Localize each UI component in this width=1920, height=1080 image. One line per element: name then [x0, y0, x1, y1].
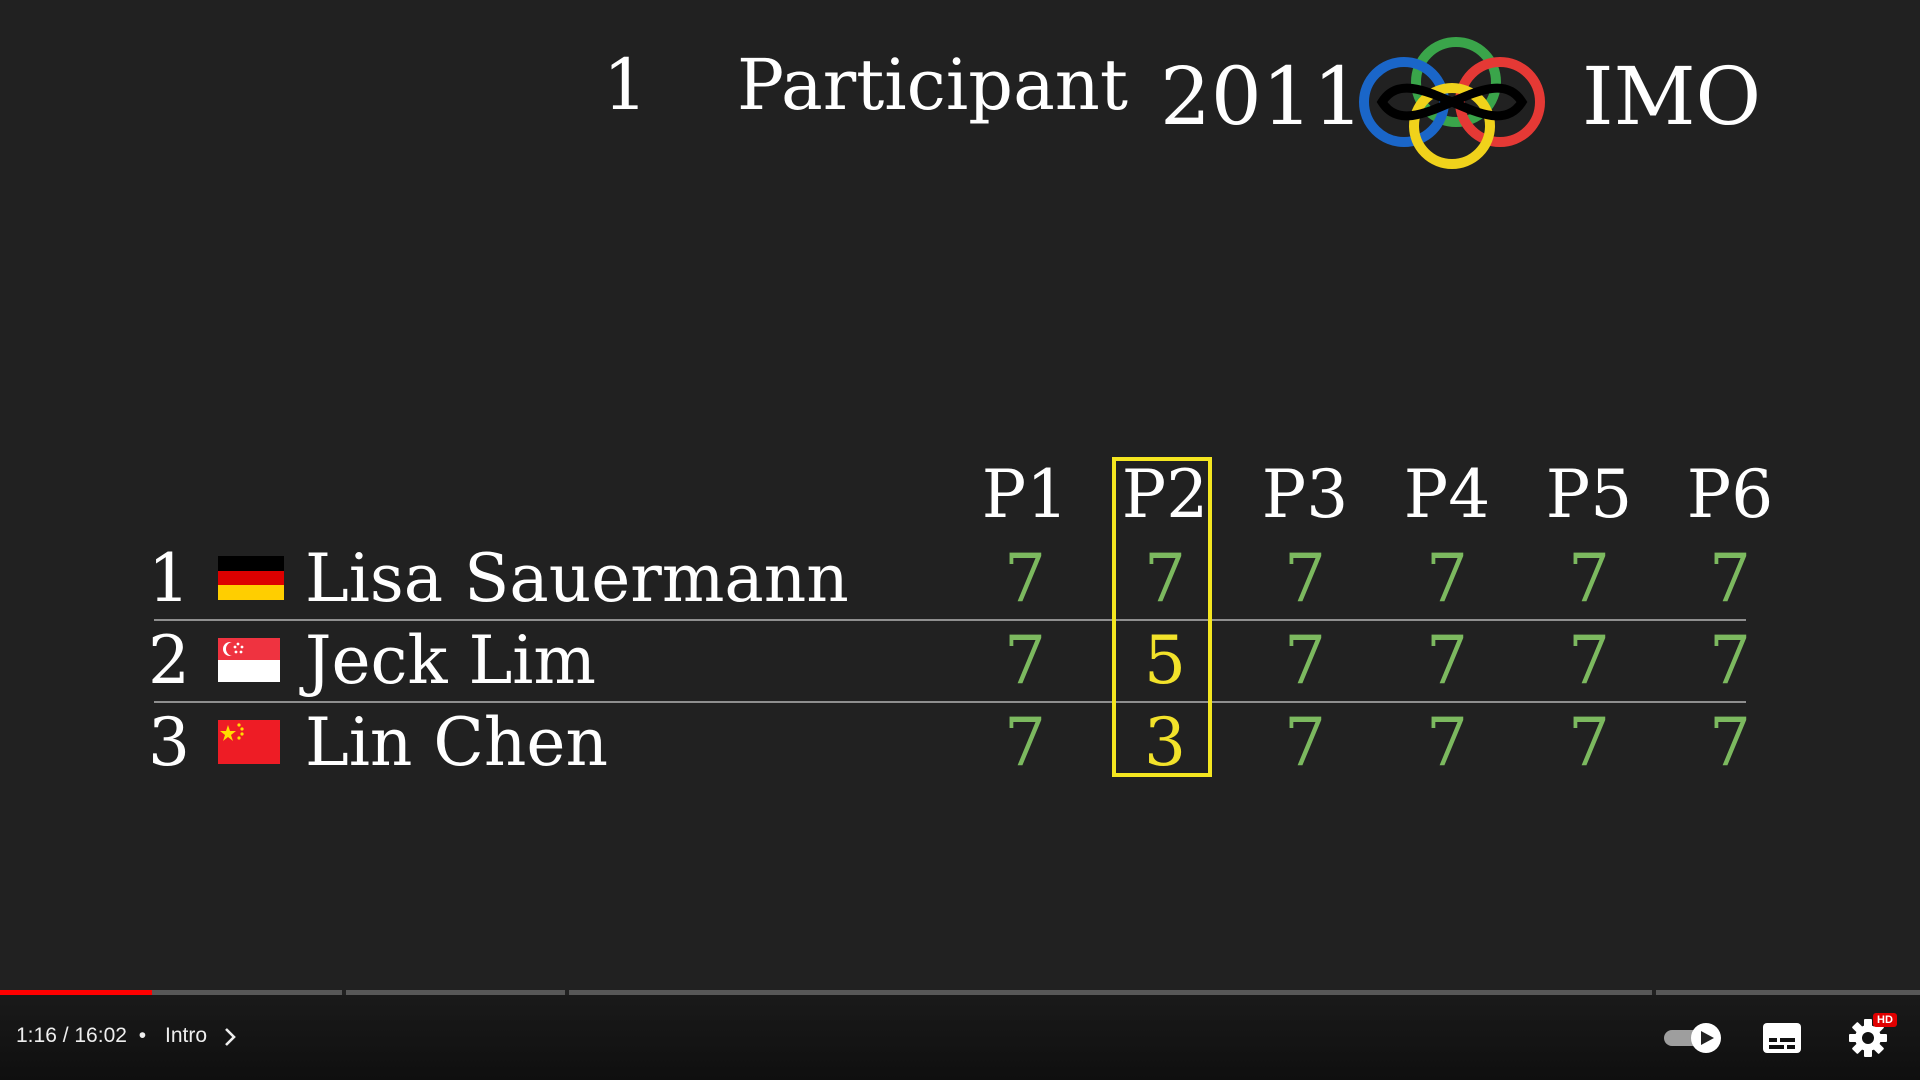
score-cell: 7: [1004, 704, 1046, 781]
autoplay-toggle-icon[interactable]: [1662, 1022, 1724, 1054]
chevron-right-icon[interactable]: [222, 1026, 238, 1048]
hd-badge: HD: [1873, 1013, 1897, 1027]
imo-logo-icon: [1359, 37, 1545, 169]
score-cell: 7: [1426, 540, 1468, 617]
china-flag-icon: [218, 720, 280, 764]
separator-dot: •: [138, 1024, 147, 1047]
singapore-flag-icon: [218, 638, 280, 682]
score-cell: 7: [1004, 540, 1046, 617]
score-cell: 7: [1568, 540, 1610, 617]
row-divider: [154, 701, 1746, 703]
row-divider: [154, 619, 1746, 621]
chapter-title-button[interactable]: Intro: [165, 1024, 207, 1048]
subtitles-icon[interactable]: [1762, 1020, 1802, 1056]
participant-name: Jeck Lim: [305, 622, 596, 699]
column-header-p3: P3: [1261, 456, 1349, 533]
column-header-p1: P1: [981, 456, 1069, 533]
score-cell: 7: [1568, 622, 1610, 699]
score-cell: 7: [1568, 704, 1610, 781]
score-cell: 7: [1426, 622, 1468, 699]
player-controls: [0, 995, 1920, 1080]
score-cell: 7: [1004, 622, 1046, 699]
score-cell: 7: [1709, 704, 1751, 781]
rank: 2: [148, 622, 190, 699]
time-display: 1:16 / 16:02 •: [16, 1024, 152, 1048]
participant-count: 1: [603, 44, 648, 126]
score-cell: 7: [1426, 704, 1468, 781]
highlight-box-p2: [1112, 457, 1212, 777]
participant-name: Lin Chen: [305, 704, 608, 781]
score-cell: 7: [1284, 622, 1326, 699]
score-cell: 7: [1709, 540, 1751, 617]
germany-flag-icon: [218, 556, 284, 600]
score-cell: 7: [1284, 540, 1326, 617]
event-year: 2011: [1160, 50, 1364, 143]
rank: 3: [148, 704, 190, 781]
event-name: IMO: [1582, 50, 1762, 143]
time-text: 1:16 / 16:02: [16, 1024, 127, 1047]
chapter-label: Intro: [165, 1024, 208, 1047]
video-frame[interactable]: 1 Participant 2011 IMO P1 P2 P3 P4 P5 P6…: [0, 0, 1920, 990]
score-cell: 7: [1709, 622, 1751, 699]
participant-label: Participant: [737, 44, 1129, 126]
column-header-p5: P5: [1545, 456, 1633, 533]
column-header-p6: P6: [1686, 456, 1774, 533]
participant-name: Lisa Sauermann: [305, 540, 849, 617]
column-header-p4: P4: [1403, 456, 1491, 533]
score-cell: 7: [1284, 704, 1326, 781]
rank: 1: [148, 540, 190, 617]
